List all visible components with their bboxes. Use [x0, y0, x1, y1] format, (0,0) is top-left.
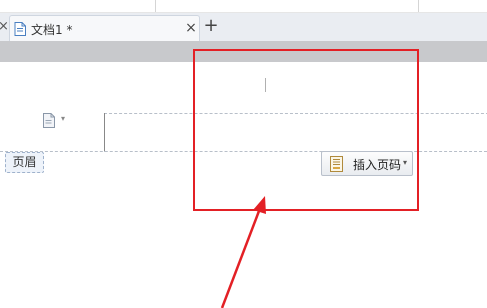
top-strip-divider — [155, 0, 156, 12]
document-icon — [14, 22, 26, 36]
highlight-box — [193, 49, 419, 211]
crop-mark — [104, 113, 108, 151]
top-strip — [0, 0, 487, 13]
plus-icon[interactable]: + — [203, 15, 219, 37]
header-label: 页眉 — [5, 152, 44, 173]
top-strip-divider — [418, 0, 419, 12]
chevron-down-icon[interactable]: ▾ — [61, 114, 65, 123]
page-icon[interactable] — [43, 113, 55, 128]
document-tab-title: 文档1 * — [31, 23, 73, 37]
close-icon[interactable]: × — [184, 18, 198, 38]
document-tab[interactable]: 文档1 * × — [9, 15, 200, 42]
